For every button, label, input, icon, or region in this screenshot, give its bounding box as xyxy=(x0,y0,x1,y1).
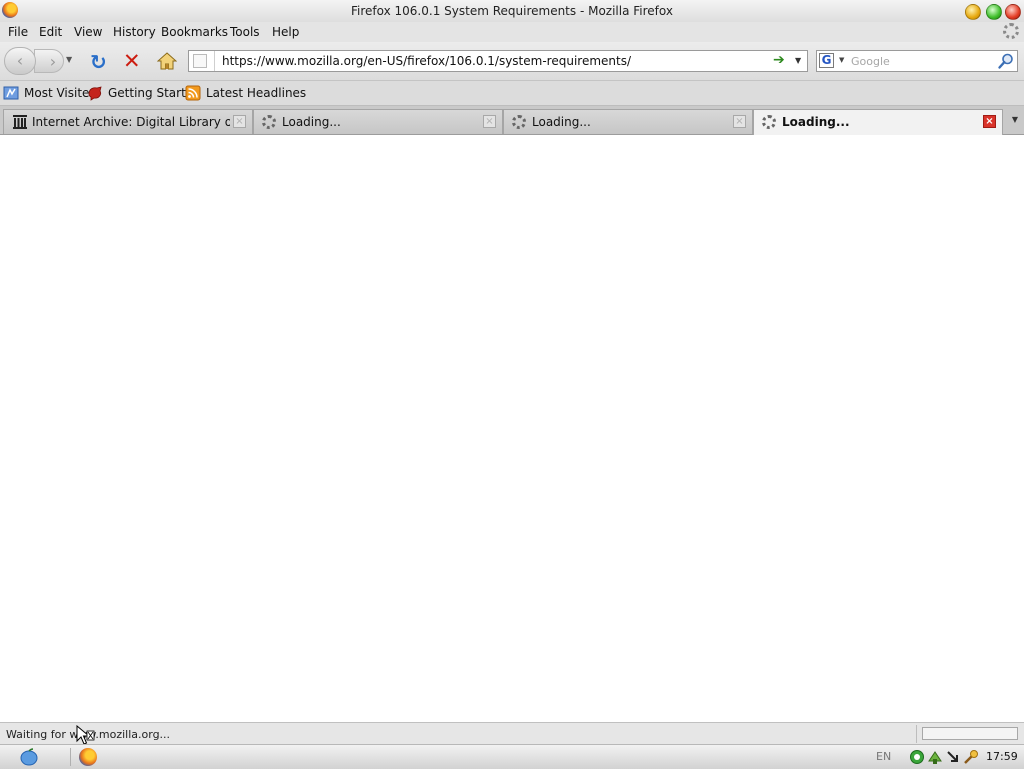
keyboard-language-indicator[interactable]: EN xyxy=(876,750,891,763)
search-engine-selector[interactable]: G ▼ xyxy=(819,53,849,69)
forward-arrow-icon: › xyxy=(49,52,57,71)
tab-close-icon[interactable]: × xyxy=(983,115,996,128)
menu-tools[interactable]: Tools xyxy=(230,25,260,39)
tab-strip: Internet Archive: Digital Library of Fre… xyxy=(0,106,1024,135)
url-divider xyxy=(214,51,215,71)
tab-label: Loading... xyxy=(532,115,591,129)
url-bar[interactable]: https://www.mozilla.org/en-US/firefox/10… xyxy=(188,50,808,72)
tab-close-icon[interactable]: × xyxy=(733,115,746,128)
start-menu-icon[interactable] xyxy=(18,748,40,766)
most-visited-icon xyxy=(3,86,19,100)
bookmarks-toolbar: Most Visited Getting Started Latest Head… xyxy=(0,81,1024,106)
search-input[interactable] xyxy=(851,52,991,70)
tab-list-dropdown-icon[interactable]: ▼ xyxy=(1006,109,1024,131)
menu-view[interactable]: View xyxy=(74,25,102,39)
taskbar: EN 17:59 xyxy=(0,744,1024,769)
menu-help[interactable]: Help xyxy=(272,25,299,39)
menu-bookmarks[interactable]: Bookmarks xyxy=(161,25,228,39)
search-icon[interactable] xyxy=(997,52,1015,70)
go-arrow-button[interactable]: ➔ xyxy=(773,52,785,68)
forward-button[interactable]: › xyxy=(34,49,64,73)
firefox-taskbar-icon[interactable] xyxy=(79,748,97,766)
maximize-button[interactable] xyxy=(986,4,1002,20)
menu-bar: File Edit View History Bookmarks Tools H… xyxy=(0,22,1024,42)
tab-loading-2[interactable]: Loading... × xyxy=(503,109,753,134)
tab-label: Loading... xyxy=(782,115,850,129)
search-bar[interactable]: G ▼ xyxy=(816,50,1018,72)
network-status-icon[interactable] xyxy=(909,749,925,765)
stop-button[interactable]: ✕ xyxy=(123,49,141,73)
back-button[interactable]: ‹ xyxy=(4,47,36,75)
menu-file[interactable]: File xyxy=(8,25,28,39)
tab-internet-archive[interactable]: Internet Archive: Digital Library of Fre… xyxy=(3,109,253,134)
menu-history[interactable]: History xyxy=(113,25,156,39)
back-arrow-icon: ‹ xyxy=(16,51,24,70)
loading-spinner-icon xyxy=(262,115,276,129)
loading-spinner-icon xyxy=(512,115,526,129)
taskbar-clock[interactable]: 17:59 xyxy=(986,750,1018,763)
home-button[interactable] xyxy=(157,51,177,71)
url-input[interactable]: https://www.mozilla.org/en-US/firefox/10… xyxy=(222,54,631,68)
engine-dropdown-icon: ▼ xyxy=(839,56,845,64)
activity-throbber-icon xyxy=(1003,23,1019,39)
tools-tray-icon[interactable] xyxy=(963,749,979,765)
google-icon: G xyxy=(819,53,834,68)
reload-button[interactable]: ↻ xyxy=(90,50,107,74)
tab-close-icon[interactable]: × xyxy=(483,115,496,128)
tab-loading-active[interactable]: Loading... × xyxy=(753,109,1003,135)
url-dropdown-icon[interactable]: ▼ xyxy=(795,56,801,65)
status-bar: Waiting for www.mozilla.org... xyxy=(0,722,1024,745)
minimize-button[interactable] xyxy=(965,4,981,20)
updates-tray-icon[interactable] xyxy=(927,749,943,765)
internet-archive-icon xyxy=(13,115,27,129)
loading-progress-bar xyxy=(922,727,1018,740)
tab-label: Loading... xyxy=(282,115,341,129)
menu-edit[interactable]: Edit xyxy=(39,25,62,39)
taskbar-divider xyxy=(70,748,71,766)
rss-feed-icon xyxy=(185,85,201,101)
window-title: Firefox 106.0.1 System Requirements - Mo… xyxy=(351,4,673,18)
download-arrow-icon[interactable] xyxy=(945,749,961,765)
page-content[interactable] xyxy=(0,135,1024,722)
tab-label: Internet Archive: Digital Library of Fre… xyxy=(32,115,230,129)
tab-loading-1[interactable]: Loading... × xyxy=(253,109,503,134)
bookmark-latest-headlines[interactable]: Latest Headlines xyxy=(206,86,306,100)
close-window-button[interactable] xyxy=(1005,4,1021,20)
loading-spinner-icon xyxy=(762,115,776,129)
tab-close-icon[interactable]: × xyxy=(233,115,246,128)
page-favicon-icon[interactable] xyxy=(193,54,207,68)
title-bar: Firefox 106.0.1 System Requirements - Mo… xyxy=(0,0,1024,23)
history-dropdown-icon[interactable]: ▼ xyxy=(66,55,72,64)
status-divider xyxy=(916,725,917,743)
getting-started-icon xyxy=(88,86,102,101)
